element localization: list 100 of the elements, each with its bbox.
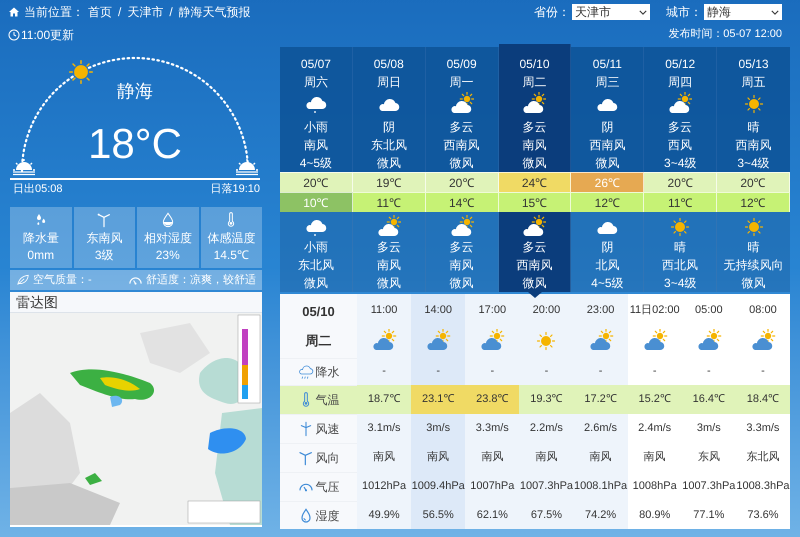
breadcrumb-separator: /: [168, 4, 174, 21]
table-cell: 南风: [357, 443, 412, 472]
hour-time: 20:00: [532, 303, 560, 318]
rain-cloud-icon: [298, 364, 314, 380]
chevron-down-icon: [639, 10, 647, 14]
sunset-time: 日落19:10: [210, 182, 260, 197]
weather-text: 小雨: [304, 239, 328, 256]
table-cell: 2.6m/s: [574, 414, 628, 443]
sunset-icon: [235, 158, 259, 176]
table-cell: -: [357, 358, 412, 385]
wind-level: 微风: [522, 275, 546, 292]
high-temperature: 24℃: [498, 172, 572, 192]
cloud-sun-icon: [522, 92, 546, 114]
wind-level: 4~5级: [591, 275, 624, 292]
weather-text: 多云: [522, 119, 546, 136]
weather-text: 晴: [748, 119, 760, 136]
weather-text: 阴: [382, 119, 395, 136]
row-label: 降水: [316, 364, 340, 381]
stat-value: 14.5℃: [214, 246, 249, 264]
publish-time: 发布时间：05-07 12:00: [668, 27, 782, 42]
table-cell: 67.5%: [519, 501, 574, 529]
breadcrumb-separator: /: [117, 4, 122, 21]
wind-level: 微风: [595, 155, 620, 172]
forecast-weekday: 周五: [742, 74, 766, 91]
stat-value: 0mm: [27, 246, 54, 264]
weather-text: 多云: [450, 239, 474, 256]
high-temperature: 20℃: [426, 172, 499, 192]
select-label: 省份：: [534, 4, 570, 21]
cloud-sun-icon: [450, 215, 474, 237]
low-temperature: 10℃: [280, 192, 353, 212]
wind-direction: 西风: [668, 137, 692, 154]
low-temperature: 14℃: [426, 192, 499, 212]
wind-direction: 北风: [595, 257, 620, 274]
weather-text: 晴: [748, 239, 760, 256]
low-temperature: 15℃: [498, 192, 572, 212]
city-name: 静海: [117, 80, 153, 103]
wind-level: 微风: [304, 275, 328, 292]
table-cell: 15.2℃: [628, 385, 682, 414]
weather-text: 多云: [450, 119, 474, 136]
leaf-icon: [16, 273, 30, 287]
hour-time: 11:00: [370, 303, 398, 318]
panel-title: 雷达图: [16, 292, 58, 312]
forecast-weekday: 周一: [450, 74, 474, 91]
table-cell: -: [465, 358, 520, 385]
wind-level: 微风: [376, 155, 401, 172]
table-cell: 南风: [519, 443, 574, 472]
row-label: 气温: [316, 392, 340, 409]
table-cell: 18.7℃: [357, 385, 412, 414]
wind-direction: 南风: [450, 257, 474, 274]
forecast-date: 05/12: [665, 56, 696, 73]
table-cell: -: [574, 358, 628, 385]
breadcrumb-link[interactable]: 静海天气预报: [178, 3, 251, 21]
table-cell: 1007.3hPa: [519, 472, 574, 501]
wind-level: 3~4级: [737, 155, 770, 172]
weather-text: 多云: [376, 239, 401, 256]
low-temperature: 11℃: [352, 192, 426, 212]
wind-level: 3~4级: [664, 275, 696, 292]
select-label: 城市：: [666, 4, 702, 21]
clock-icon: [8, 28, 20, 40]
chevron-down-icon: [771, 10, 779, 14]
cloud-sun-icon: [642, 328, 668, 350]
row-label: 风向: [316, 450, 340, 467]
dropdown[interactable]: 天津市: [572, 4, 650, 20]
table-cell: 3m/s: [411, 414, 466, 443]
high-temperature: 26℃: [571, 172, 644, 192]
weather-text: 小雨: [304, 119, 328, 136]
wind-direction: 西南风: [736, 137, 772, 154]
table-cell: 74.2%: [574, 501, 628, 529]
table-cell: 1007hPa: [465, 472, 520, 501]
weather-text: 多云: [668, 119, 692, 136]
table-cell: 62.1%: [465, 501, 520, 529]
stat-value: 3级: [94, 246, 114, 264]
low-temperature: 12℃: [717, 192, 790, 212]
wind-direction: 南风: [522, 137, 546, 154]
cloud-sun-icon: [376, 215, 401, 237]
forecast-weekday: 周二: [522, 74, 546, 91]
forecast-date: 05/11: [592, 56, 622, 73]
wind-direction: 西南风: [589, 137, 626, 154]
dropdown[interactable]: 静海: [704, 4, 782, 20]
table-cell: 1012hPa: [357, 472, 412, 501]
breadcrumb-link[interactable]: 首页: [88, 3, 112, 21]
table-cell: 23.1℃: [411, 385, 466, 414]
forecast-date: 05/09: [446, 56, 477, 73]
weather-text: 阴: [601, 239, 614, 256]
stat-label: 降水量: [22, 230, 59, 246]
wind-direction: 东北风: [298, 257, 334, 274]
wind-vane-icon: [298, 450, 314, 466]
cloud-sun-icon: [522, 215, 546, 237]
table-cell: 2.2m/s: [519, 414, 574, 443]
forecast-weekday: 周四: [668, 74, 692, 91]
table-cell: 1008.1hPa: [574, 472, 628, 501]
wind-direction: 南风: [376, 257, 401, 274]
hour-time: 17:00: [478, 303, 506, 318]
hour-time: 08:00: [749, 303, 777, 318]
forecast-weekday: 周三: [595, 74, 620, 91]
air-quality: 空气质量：-: [33, 272, 92, 288]
breadcrumb-link[interactable]: 天津市: [127, 3, 164, 21]
wind-direction: 东北风: [370, 137, 407, 154]
cloud-sun-icon: [371, 328, 398, 350]
wind-direction: 西南风: [444, 137, 480, 154]
